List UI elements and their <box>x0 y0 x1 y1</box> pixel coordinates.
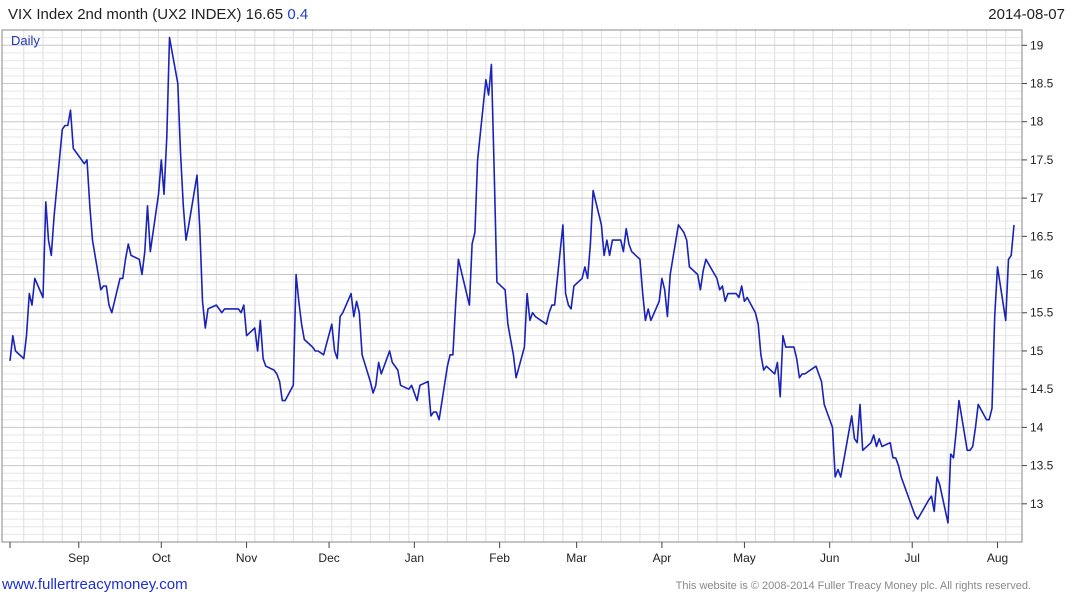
copyright-notice: This website is © 2008-2014 Fuller Treac… <box>675 580 1031 592</box>
y-axis: 13 13.5 14 14.5 15 15.5 16 16.5 17 17.5 18 18.5 19 <box>1022 38 1054 511</box>
y-tick-label: 17 <box>1030 191 1044 205</box>
y-tick-label: 13 <box>1030 497 1044 511</box>
x-tick-label: Feb <box>489 551 510 565</box>
y-tick-label: 13.5 <box>1030 459 1054 473</box>
y-tick-label: 14 <box>1030 420 1044 434</box>
y-tick-label: 15.5 <box>1030 306 1054 320</box>
x-tick-label: Aug <box>987 551 1008 565</box>
horizontal-gridlines <box>2 29 1022 535</box>
x-tick-label: Oct <box>152 551 171 565</box>
y-tick-label: 18 <box>1030 115 1044 129</box>
website-link[interactable]: www.fullertreacymoney.com <box>2 576 188 593</box>
x-tick-label: May <box>733 551 756 565</box>
y-tick-label: 17.5 <box>1030 153 1054 167</box>
x-tick-label: Sep <box>68 551 90 565</box>
frequency-label: Daily <box>11 33 40 48</box>
y-tick-label: 16 <box>1030 268 1044 282</box>
y-tick-label: 19 <box>1030 38 1044 52</box>
x-tick-label: Nov <box>236 551 257 565</box>
y-tick-label: 18.5 <box>1030 76 1054 90</box>
price-chart: Sep Oct Nov Dec Jan Feb Mar Apr May Jun Jul Aug 131… <box>1 29 1054 565</box>
x-axis: Sep Oct Nov Dec Jan Feb Mar Apr May Jun Jul Aug <box>9 542 1008 565</box>
x-tick-label: Mar <box>566 551 587 565</box>
y-tick-label: 16.5 <box>1030 229 1054 243</box>
x-tick-label: Apr <box>653 551 672 565</box>
y-tick-label: 15 <box>1030 344 1044 358</box>
x-tick-label: Dec <box>318 551 339 565</box>
x-tick-label: Jul <box>905 551 920 565</box>
x-tick-label: Jun <box>820 551 839 565</box>
y-tick-label: 14.5 <box>1030 382 1054 396</box>
x-tick-label: Jan <box>405 551 424 565</box>
